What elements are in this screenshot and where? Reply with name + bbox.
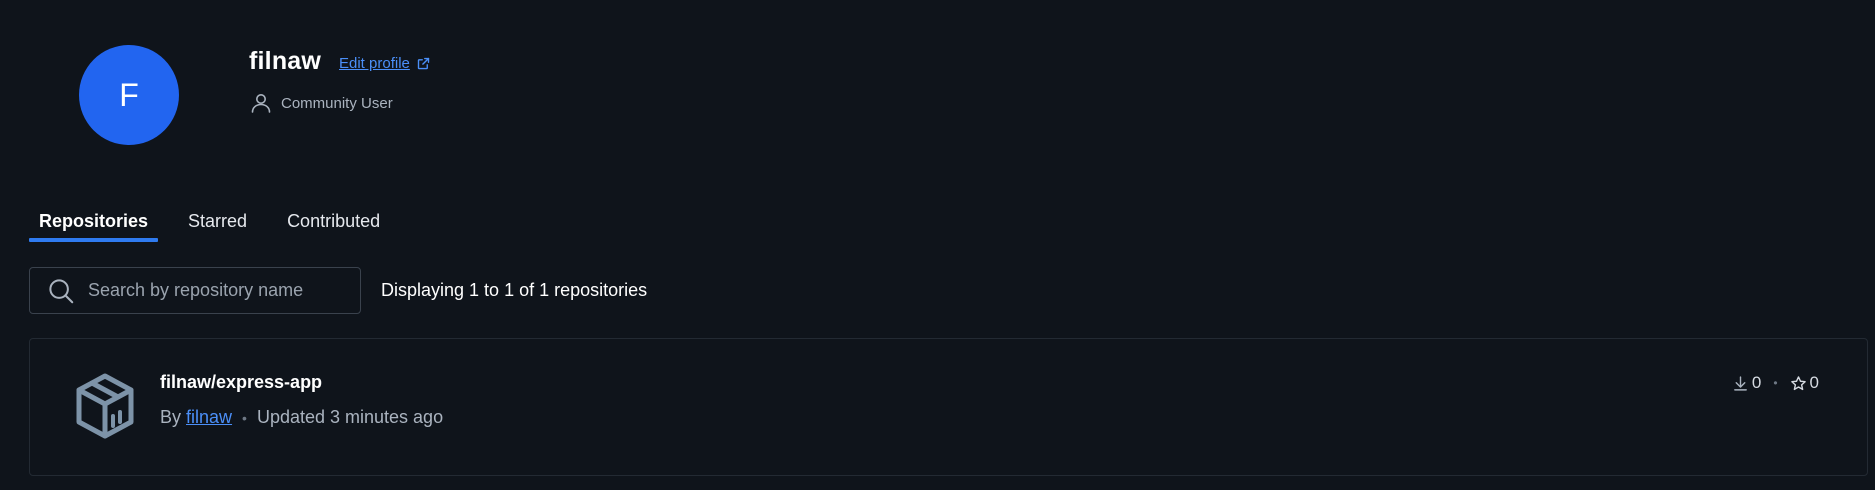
repository-card[interactable]: filnaw/express-app By filnaw • Updated 3… [29,338,1868,476]
profile-tabs: Repositories Starred Contributed [29,208,410,242]
search-icon [49,278,74,303]
repository-author-link[interactable]: filnaw [186,407,232,428]
profile-role: Community User [249,91,393,115]
repository-name[interactable]: filnaw/express-app [160,372,322,393]
separator-dot: • [242,409,247,426]
repository-meta: By filnaw • Updated 3 minutes ago [160,407,443,428]
external-link-icon [417,57,430,70]
tab-contributed[interactable]: Contributed [277,208,390,242]
user-icon [251,94,271,113]
profile-username: filnaw [249,47,322,75]
edit-profile-label: Edit profile [339,55,410,72]
repository-stats: 0 • 0 [1732,373,1819,393]
repository-box-icon [76,373,134,439]
star-count-value: 0 [1809,373,1819,392]
pull-count-value: 0 [1751,373,1762,392]
pull-count: 0 [1732,373,1761,393]
search-input[interactable] [88,280,348,301]
role-label: Community User [281,94,393,112]
repository-updated: Updated 3 minutes ago [256,407,444,427]
by-label: By [160,407,182,427]
avatar: F [79,45,179,145]
edit-profile-link[interactable]: Edit profile [339,55,431,72]
star-icon [1790,375,1806,390]
tab-starred[interactable]: Starred [178,208,257,242]
display-count: Displaying 1 to 1 of 1 repositories [381,280,648,300]
search-box [29,267,361,314]
separator-dot: • [1773,376,1778,390]
star-count: 0 [1790,373,1819,393]
tab-repositories[interactable]: Repositories [29,208,159,242]
download-icon [1733,375,1747,391]
avatar-letter: F [119,76,139,113]
